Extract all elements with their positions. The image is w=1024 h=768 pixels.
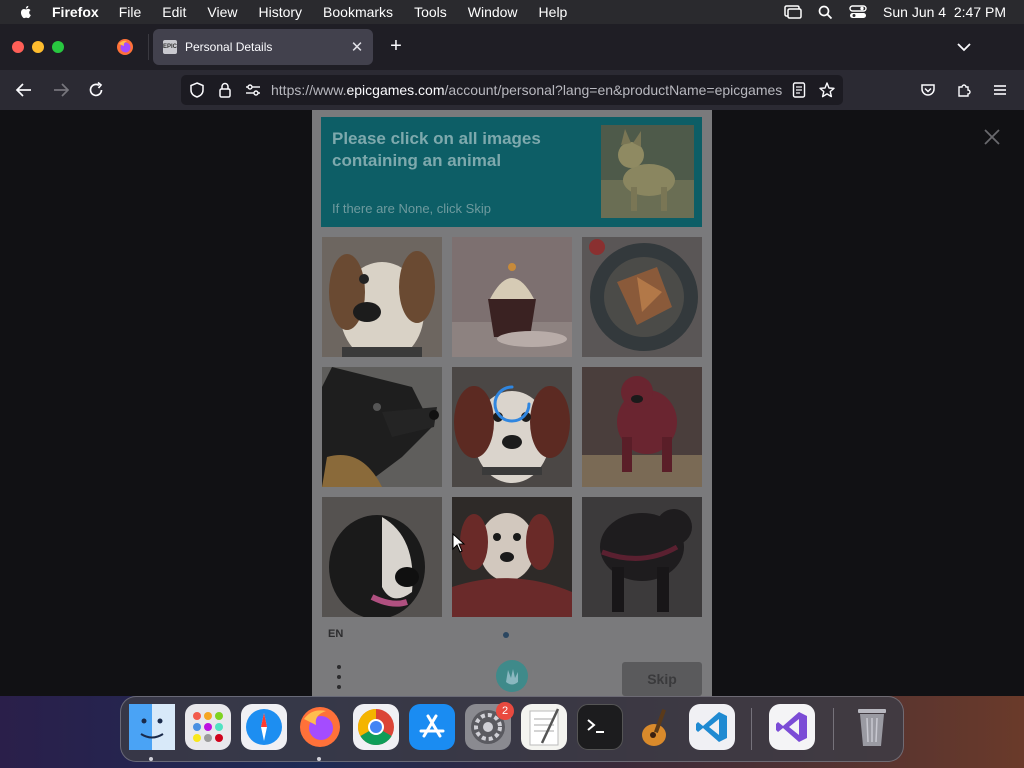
apple-icon[interactable] bbox=[18, 4, 34, 20]
url-prefix: https://www. bbox=[271, 82, 347, 98]
firefox-pinned-tab-icon[interactable] bbox=[116, 38, 134, 56]
window-close-button[interactable] bbox=[12, 41, 24, 53]
menu-app-name[interactable]: Firefox bbox=[52, 4, 99, 20]
permissions-icon[interactable] bbox=[244, 81, 262, 99]
hamburger-menu-icon[interactable] bbox=[991, 81, 1009, 99]
captcha-tile-food-plate[interactable] bbox=[582, 237, 702, 357]
captcha-page-indicator bbox=[503, 632, 509, 638]
dock-separator bbox=[751, 708, 752, 750]
url-domain: epicgames.com bbox=[346, 82, 445, 98]
visual-studio-icon[interactable] bbox=[769, 704, 815, 750]
menu-edit[interactable]: Edit bbox=[162, 4, 186, 20]
captcha-tile-dog-4[interactable] bbox=[582, 367, 702, 487]
modal-close-icon[interactable] bbox=[982, 127, 1002, 147]
captcha-tile-dog-1[interactable] bbox=[322, 237, 442, 357]
tab-separator bbox=[148, 34, 149, 60]
chrome-icon[interactable] bbox=[353, 704, 399, 750]
loading-spinner-icon bbox=[490, 382, 534, 426]
back-arrow-icon[interactable] bbox=[14, 80, 34, 100]
captcha-example-image bbox=[601, 125, 694, 218]
extensions-puzzle-icon[interactable] bbox=[955, 81, 973, 99]
captcha-language-selector[interactable]: EN bbox=[328, 628, 343, 640]
menu-window[interactable]: Window bbox=[468, 4, 518, 20]
menu-file[interactable]: File bbox=[119, 4, 142, 20]
tracking-protection-shield-icon[interactable] bbox=[188, 81, 206, 99]
spotlight-search-icon[interactable] bbox=[818, 5, 833, 20]
vscode-icon[interactable] bbox=[689, 704, 735, 750]
window-minimize-button[interactable] bbox=[32, 41, 44, 53]
url-text[interactable]: https://www.epicgames.com/account/person… bbox=[271, 82, 783, 98]
mouse-cursor-icon bbox=[452, 532, 466, 553]
firefox-running-indicator bbox=[317, 757, 321, 761]
forward-arrow-icon[interactable] bbox=[51, 80, 71, 100]
captcha-tile-dog-6[interactable] bbox=[452, 497, 572, 617]
epic-games-favicon-icon: EPIC bbox=[163, 40, 177, 54]
captcha-logo-icon bbox=[496, 660, 528, 692]
trash-icon[interactable] bbox=[849, 704, 895, 750]
tab-title: Personal Details bbox=[185, 40, 273, 54]
launchpad-icon[interactable] bbox=[185, 704, 231, 750]
menu-tools[interactable]: Tools bbox=[414, 4, 447, 20]
pocket-icon[interactable] bbox=[919, 81, 937, 99]
control-center-icon[interactable] bbox=[849, 5, 867, 19]
list-all-tabs-icon[interactable] bbox=[954, 37, 974, 57]
window-zoom-button[interactable] bbox=[52, 41, 64, 53]
captcha-hint-text: If there are None, click Skip bbox=[332, 201, 491, 216]
terminal-icon[interactable] bbox=[577, 704, 623, 750]
reload-icon[interactable] bbox=[86, 80, 106, 100]
menu-bookmarks[interactable]: Bookmarks bbox=[323, 4, 393, 20]
finder-icon[interactable] bbox=[129, 704, 175, 750]
finder-running-indicator bbox=[149, 757, 153, 761]
captcha-prompt-text: Please click on all images containing an… bbox=[332, 129, 541, 170]
menu-bar: Firefox File Edit View History Bookmarks… bbox=[0, 0, 1024, 24]
menubar-clock[interactable]: Sun Jun 4 2:47 PM bbox=[883, 4, 1006, 20]
firefox-dock-icon[interactable] bbox=[297, 704, 343, 750]
bookmark-star-icon[interactable] bbox=[818, 81, 836, 99]
dock-separator-2 bbox=[833, 708, 834, 750]
captcha-tile-dog-5[interactable] bbox=[322, 497, 442, 617]
captcha-tile-cupcake[interactable] bbox=[452, 237, 572, 357]
menu-history[interactable]: History bbox=[258, 4, 302, 20]
reader-view-icon[interactable] bbox=[790, 81, 808, 99]
menu-help[interactable]: Help bbox=[539, 4, 568, 20]
garageband-icon[interactable] bbox=[633, 704, 679, 750]
tab-personal-details[interactable]: EPIC Personal Details ✕ bbox=[153, 29, 373, 65]
url-path: /account/personal?lang=en&productName=ep… bbox=[444, 82, 783, 98]
tab-close-icon[interactable]: ✕ bbox=[345, 35, 369, 59]
new-tab-button[interactable]: + bbox=[385, 35, 407, 57]
captcha-tile-dog-7[interactable] bbox=[582, 497, 702, 617]
textedit-icon[interactable] bbox=[521, 704, 567, 750]
captcha-skip-button[interactable]: Skip bbox=[622, 662, 702, 696]
app-store-icon[interactable] bbox=[409, 704, 455, 750]
screen-mirroring-icon[interactable] bbox=[784, 5, 802, 19]
safari-icon[interactable] bbox=[241, 704, 287, 750]
captcha-tile-dog-2[interactable] bbox=[322, 367, 442, 487]
lock-icon[interactable] bbox=[216, 81, 234, 99]
captcha-menu-dots-icon[interactable] bbox=[336, 664, 342, 690]
system-settings-badge: 2 bbox=[496, 702, 514, 720]
menu-view[interactable]: View bbox=[207, 4, 237, 20]
